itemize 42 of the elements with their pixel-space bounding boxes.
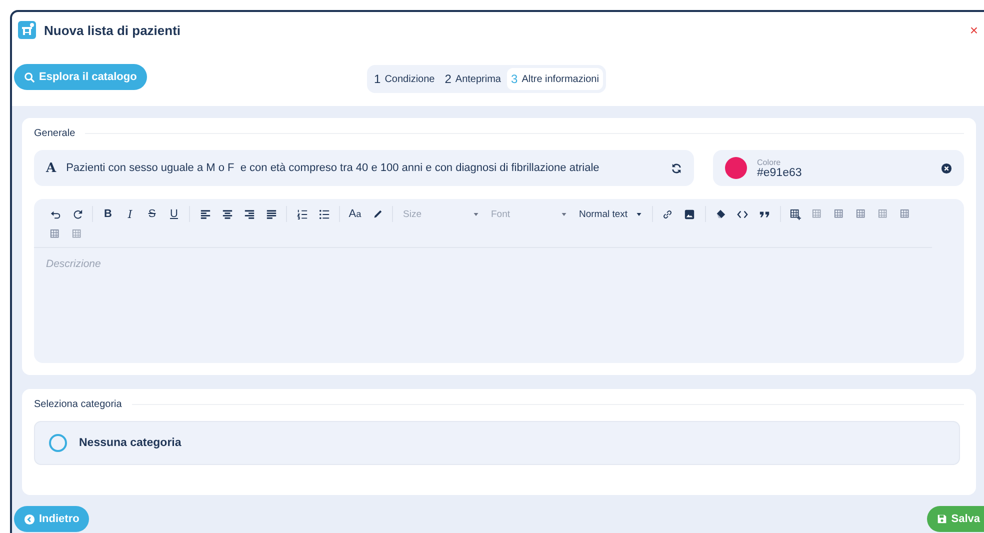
name-field[interactable]: A Pazienti con sesso uguale a M o F e con età compreso tra 40 e 100 anni e con diagnosi di fibrillazione atriale (34, 150, 694, 186)
numbered-list-icon[interactable] (296, 208, 308, 220)
window-title: Nuova lista di pazienti (44, 22, 182, 38)
category-option[interactable]: Nessuna categoria (34, 421, 960, 465)
close-button[interactable]: × (970, 22, 978, 38)
underline-button[interactable]: U (163, 205, 185, 223)
step-tab[interactable]: 1 Condizione (370, 68, 439, 90)
logo-icon (18, 21, 36, 39)
italic-button[interactable]: I (119, 205, 141, 223)
caret-icon (636, 212, 642, 216)
strikethrough-button[interactable]: S (141, 205, 163, 223)
editor-placeholder: Descrizione (45, 257, 102, 272)
caret-icon (473, 212, 479, 216)
bullet-list-icon[interactable] (318, 208, 330, 220)
align-left-icon[interactable] (200, 208, 210, 220)
pen-icon[interactable] (372, 208, 382, 220)
table-add-icon[interactable] (790, 208, 802, 220)
step-tab[interactable]: 3 Altre informazioni (507, 68, 603, 90)
field-label: Colore (757, 158, 782, 166)
dropdown[interactable]: Normal text (573, 208, 648, 220)
field-value: #e91e63 (757, 166, 803, 178)
section-title: Generale (34, 128, 76, 139)
refresh-icon (671, 162, 682, 174)
radio-button[interactable] (49, 434, 67, 452)
align-right-icon[interactable] (244, 208, 254, 220)
back-icon (24, 514, 35, 524)
bold-button[interactable]: B (97, 205, 119, 223)
redo-icon[interactable] (72, 208, 82, 220)
step-tab[interactable]: 2 Anteprima (440, 68, 505, 90)
color-field[interactable]: Colore #e91e63 (713, 150, 964, 186)
code-icon[interactable] (737, 208, 748, 220)
link-icon[interactable] (662, 208, 674, 220)
eraser-icon[interactable] (715, 208, 726, 220)
text-icon: A (46, 160, 56, 176)
caret-icon (561, 212, 567, 216)
section-title: Seleziona categoria (34, 399, 122, 410)
image-icon[interactable] (684, 208, 696, 220)
clear-icon (941, 162, 952, 174)
search-icon (24, 72, 35, 82)
undo-icon[interactable] (50, 208, 60, 220)
justify-icon[interactable] (266, 208, 276, 220)
align-center-icon[interactable] (222, 208, 232, 220)
